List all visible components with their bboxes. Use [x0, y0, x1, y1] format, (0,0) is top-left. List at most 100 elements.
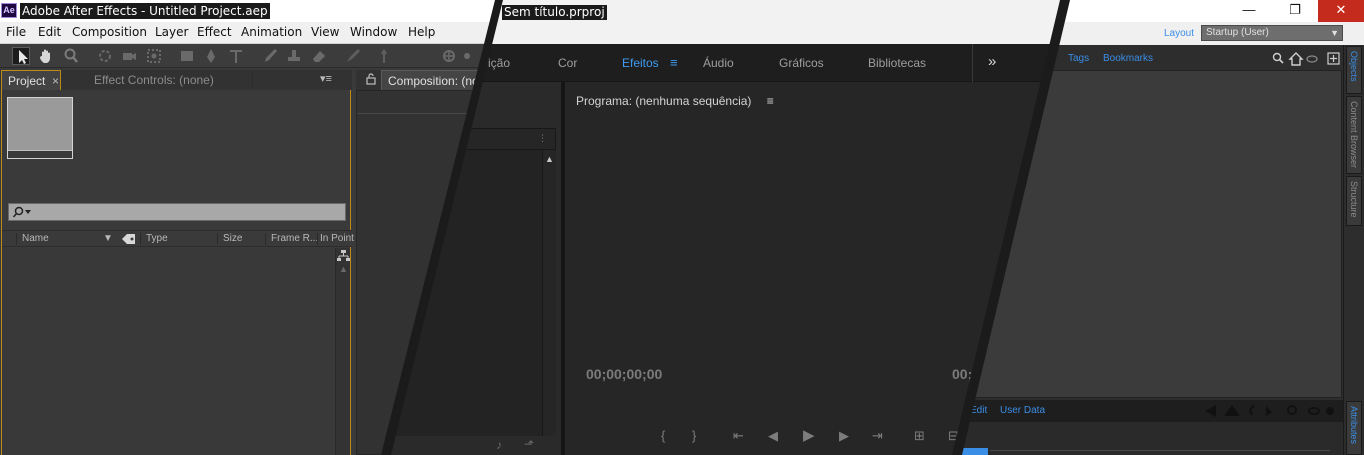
rail-tab-objects[interactable]: Objects [1346, 46, 1362, 94]
workspace-cor[interactable]: Cor [558, 56, 577, 70]
go-to-in-icon[interactable]: ⇤ [733, 428, 744, 444]
layout-select-value: Startup (User) [1206, 27, 1269, 38]
axis-mode-icon[interactable] [440, 47, 458, 65]
tab-edit[interactable]: Edit [970, 405, 987, 416]
pr-window-title: Sem título.prproj [502, 5, 607, 20]
tab-effect-controls[interactable]: Effect Controls: (none) [88, 70, 253, 90]
thumbnail-info-bar [8, 150, 72, 158]
close-icon[interactable]: × [52, 71, 59, 91]
eye-icon [1308, 407, 1320, 415]
menu-effect[interactable]: Effect [197, 25, 232, 39]
playhead-timecode[interactable]: 00;00;00;00 [586, 366, 662, 382]
mark-in-icon[interactable]: { [661, 428, 665, 443]
tab-tags[interactable]: Tags [1068, 53, 1089, 64]
br-bottom-icons [1205, 405, 1334, 417]
column-name[interactable]: Name [22, 233, 49, 244]
rectangle-tool-icon[interactable] [178, 47, 196, 65]
menu-help[interactable]: Help [408, 25, 435, 39]
pan-behind-tool-icon[interactable] [145, 47, 163, 65]
menu-view[interactable]: View [311, 25, 339, 39]
minimize-button[interactable]: — [1226, 0, 1272, 22]
workspace-menu-icon[interactable]: ≡ [670, 55, 678, 70]
project-column-header: Name ▼ Type Size Frame R... In Point [2, 230, 354, 248]
layout-select[interactable]: Startup (User) ▼ [1201, 25, 1343, 41]
go-to-out-icon[interactable]: ⇥ [872, 428, 883, 444]
lock-icon [1287, 405, 1297, 415]
menu-file[interactable]: File [6, 25, 26, 39]
menu-animation[interactable]: Animation [241, 25, 302, 39]
rail-tab-attributes-label: Attributes [1349, 406, 1359, 445]
more-workspaces-icon[interactable]: » [988, 53, 996, 70]
world-axis-icon[interactable] [458, 47, 476, 65]
home-icon [1288, 52, 1304, 66]
step-back-icon[interactable]: ◀ [768, 428, 778, 444]
rail-tab-attributes[interactable]: Attributes [1346, 401, 1362, 455]
project-item-list[interactable] [2, 248, 334, 455]
sort-chevron-down-icon[interactable]: ▼ [103, 233, 113, 244]
menu-layer[interactable]: Layer [155, 25, 188, 39]
workspace-efeitos[interactable]: Efeitos [622, 56, 659, 70]
pr-project-footer: ♪ ⬏ [386, 436, 556, 455]
new-bin-icon[interactable]: ♪ [496, 438, 502, 452]
clone-stamp-tool-icon[interactable] [285, 47, 303, 65]
extract-icon[interactable]: ⊟ [948, 428, 959, 444]
pen-tool-icon[interactable] [202, 47, 220, 65]
brush-tool-icon[interactable] [260, 47, 278, 65]
rail-tab-structure-label: Structure [1349, 181, 1359, 218]
project-search-input[interactable] [8, 203, 346, 221]
rotate-icon [1249, 405, 1255, 416]
pr-project-scrollbar[interactable]: ▲ [542, 150, 556, 436]
panel-menu-icon[interactable]: ▾≡ [320, 72, 332, 85]
panel-menu-icon[interactable]: ⋮ [538, 133, 547, 144]
menu-edit[interactable]: Edit [38, 25, 61, 39]
roto-brush-tool-icon[interactable] [343, 47, 361, 65]
layout-label: Layout [1164, 28, 1195, 39]
menu-window[interactable]: Window [350, 25, 397, 39]
flowchart-icon[interactable] [337, 250, 350, 262]
maximize-button[interactable]: ❐ [1272, 0, 1318, 22]
scroll-up-icon[interactable]: ▲ [545, 154, 554, 164]
rail-tab-structure[interactable]: Structure [1346, 176, 1362, 226]
arrow-left-icon [1205, 405, 1216, 417]
play-icon[interactable]: ▶ [803, 426, 815, 444]
hand-tool-icon[interactable] [37, 47, 55, 65]
mark-out-icon[interactable]: } [692, 428, 696, 443]
tab-user-data[interactable]: User Data [1000, 405, 1045, 416]
puppet-pin-tool-icon[interactable] [375, 47, 393, 65]
rail-tab-content-browser[interactable]: Content Browser [1346, 96, 1362, 174]
lift-icon[interactable]: ⊞ [914, 428, 925, 444]
pin-icon [1266, 406, 1272, 416]
scroll-up-icon[interactable]: ▲ [339, 264, 348, 274]
selection-tool-icon[interactable] [12, 47, 30, 65]
workspace-bibliotecas[interactable]: Bibliotecas [868, 56, 926, 70]
tab-bookmarks[interactable]: Bookmarks [1103, 53, 1153, 64]
monitor-menu-icon[interactable]: ≡ [767, 94, 774, 108]
workspace-graficos[interactable]: Gráficos [779, 56, 824, 70]
label-tag-icon[interactable] [121, 233, 137, 248]
column-size[interactable]: Size [223, 233, 242, 244]
step-forward-icon[interactable]: ▶ [839, 428, 849, 444]
type-tool-icon[interactable] [227, 47, 245, 65]
menu-composition[interactable]: Composition [72, 25, 147, 39]
column-in-point[interactable]: In Point [320, 233, 354, 244]
camera-tool-icon[interactable] [120, 47, 138, 65]
zoom-tool-icon[interactable] [62, 47, 80, 65]
rotate-tool-icon[interactable] [96, 47, 114, 65]
tab-project[interactable]: Project × [1, 70, 61, 90]
tab-divider [252, 73, 253, 87]
workspace-edicao[interactable]: ição [488, 56, 510, 70]
add-panel-icon [1327, 52, 1340, 65]
tab-composition-label: Composition: (no [388, 74, 479, 88]
new-item-icon[interactable]: ⬏ [524, 437, 534, 451]
project-thumbnail [7, 97, 73, 159]
ae-window-title: Adobe After Effects - Untitled Project.a… [20, 3, 270, 19]
eraser-tool-icon[interactable] [310, 47, 328, 65]
project-scrollbar[interactable]: ▲ [335, 248, 350, 455]
column-type[interactable]: Type [146, 233, 168, 244]
workspace-audio[interactable]: Áudio [703, 56, 734, 70]
link-icon [1306, 55, 1318, 63]
close-button[interactable]: ✕ [1318, 0, 1364, 22]
column-frame-rate[interactable]: Frame R... [271, 233, 318, 244]
search-icon [12, 206, 31, 218]
panel-lock-icon[interactable] [366, 73, 378, 88]
